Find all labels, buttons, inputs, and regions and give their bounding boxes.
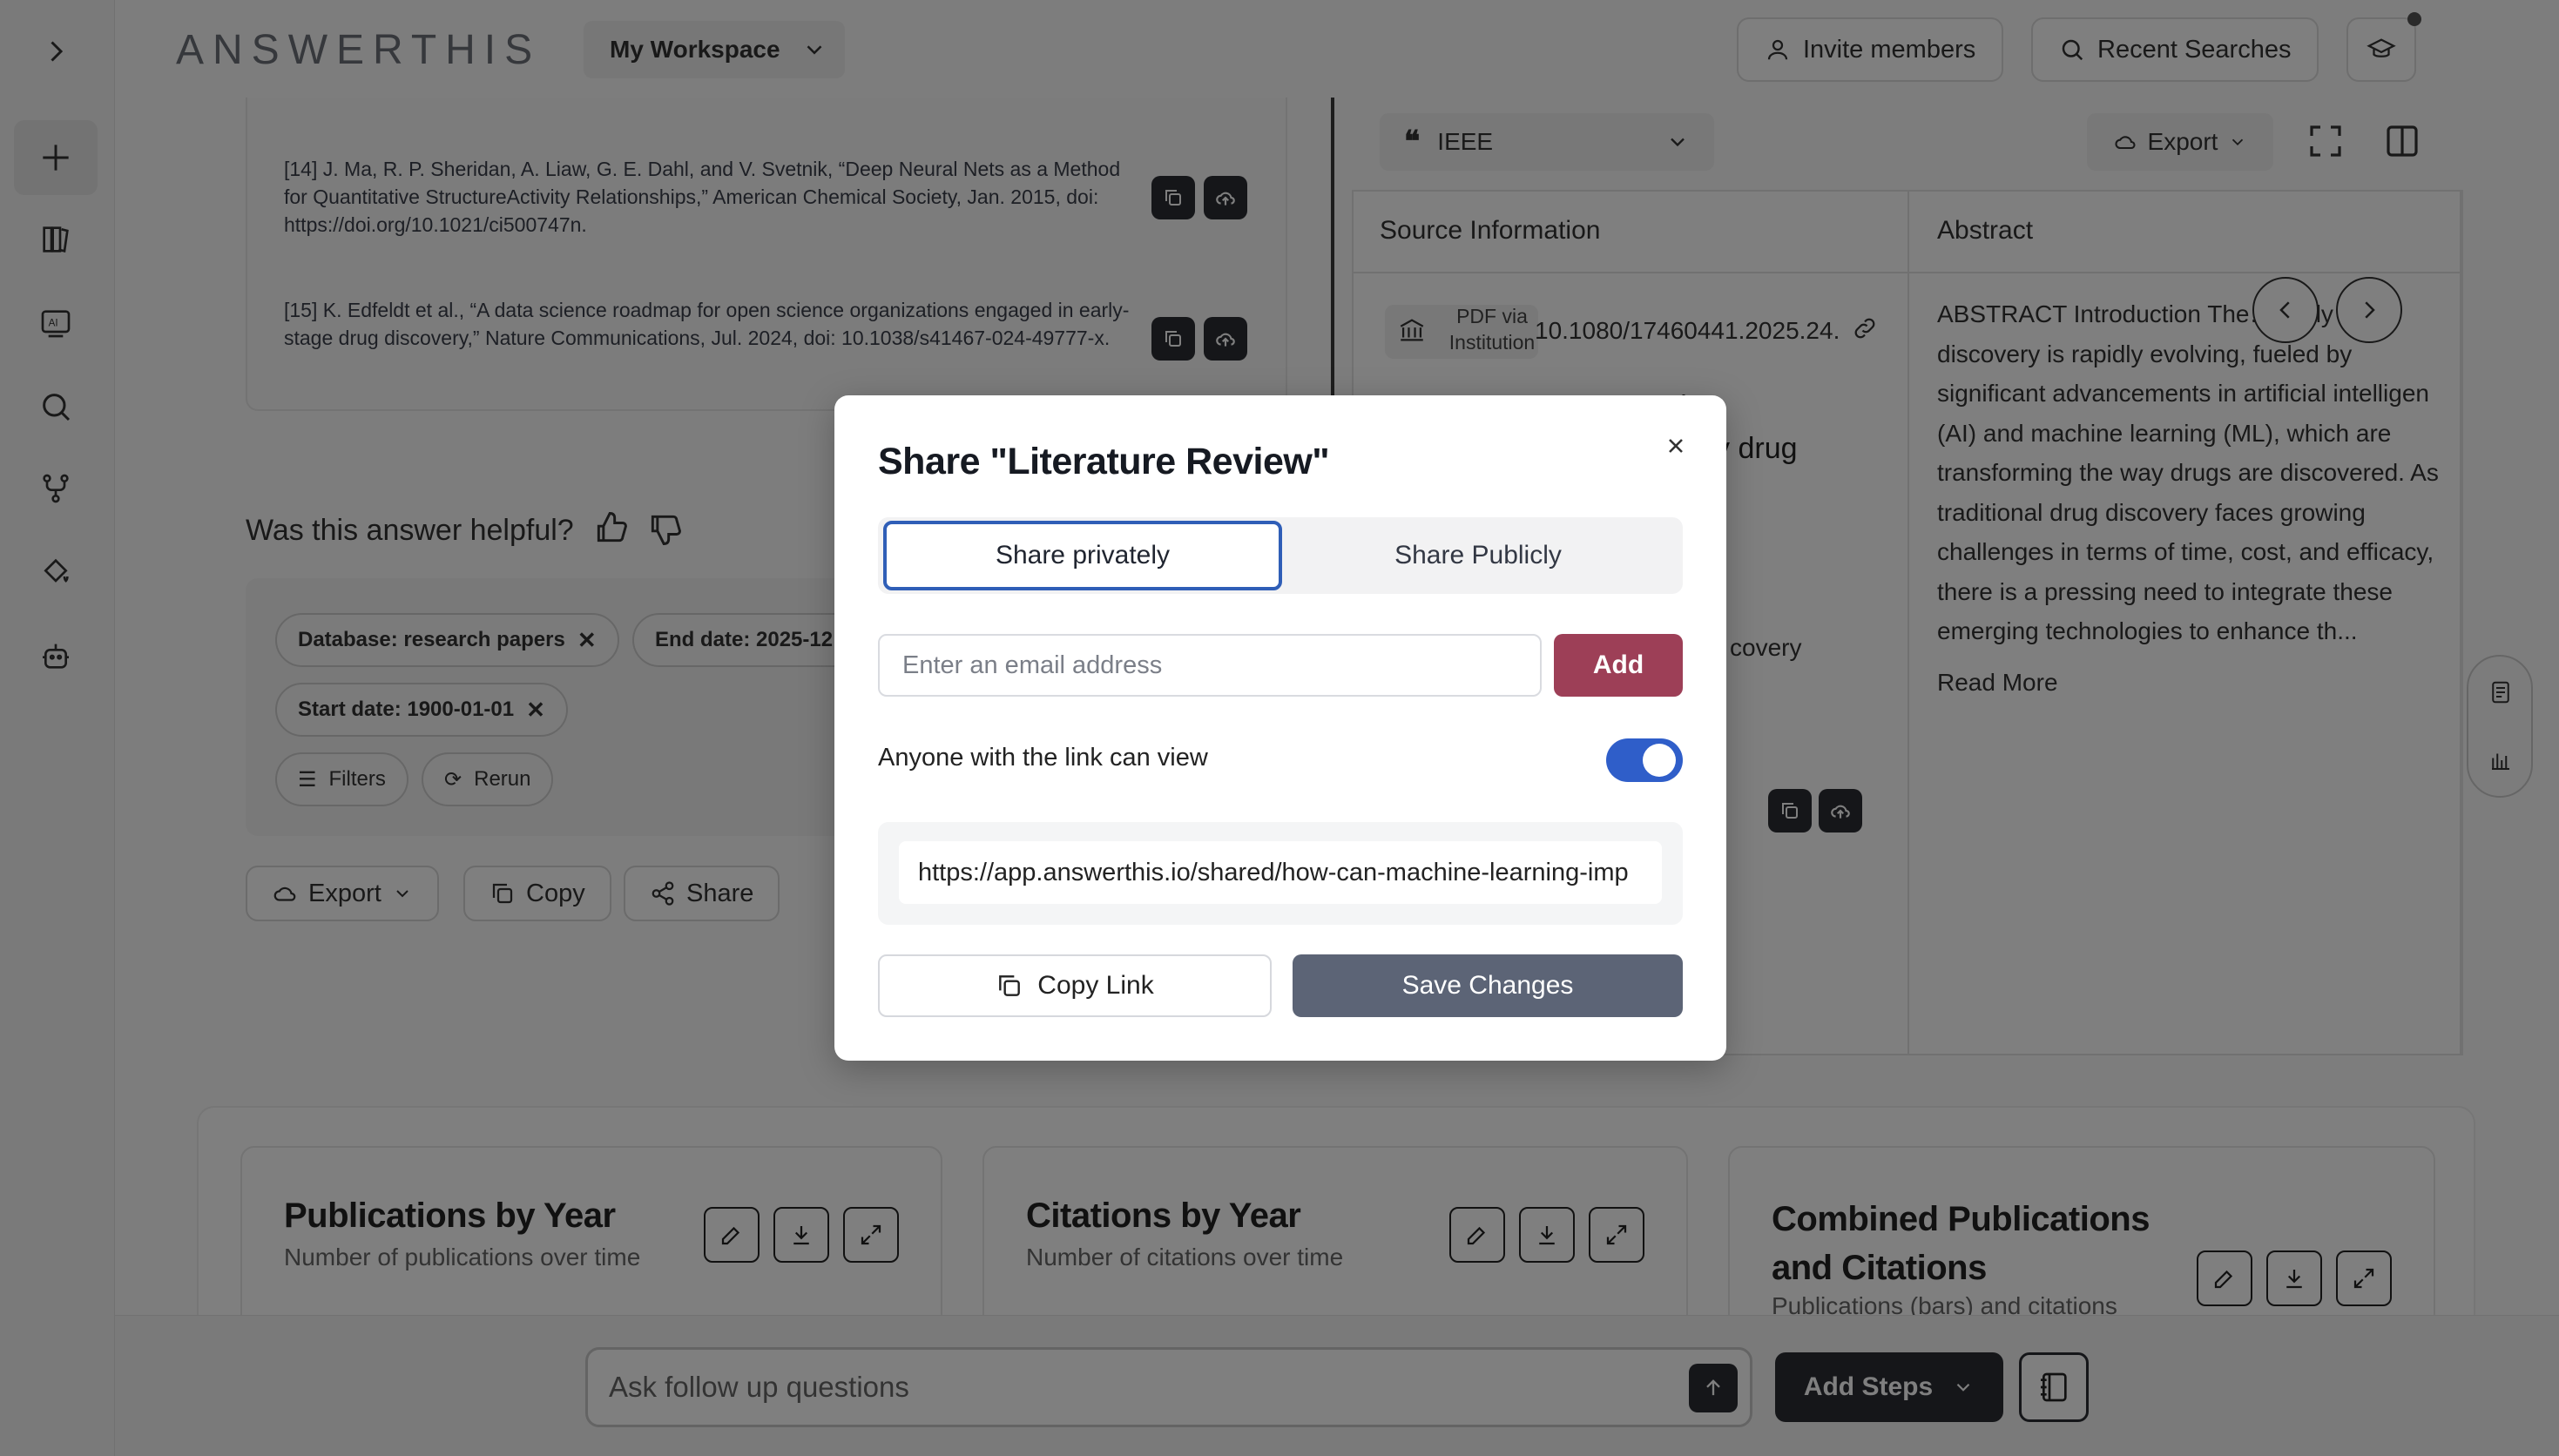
- share-link-box: https://app.answerthis.io/shared/how-can…: [878, 822, 1683, 925]
- email-field[interactable]: [878, 634, 1542, 697]
- toggle-knob: [1643, 744, 1676, 777]
- share-dialog: Share "Literature Review" Share privatel…: [834, 395, 1726, 1061]
- link-access-label: Anyone with the link can view: [878, 744, 1208, 772]
- tab-share-privately[interactable]: Share privately: [883, 521, 1282, 590]
- share-link-field[interactable]: https://app.answerthis.io/shared/how-can…: [899, 841, 1662, 904]
- copy-icon: [999, 975, 1021, 996]
- copy-link-label: Copy Link: [1037, 971, 1154, 1000]
- link-access-toggle[interactable]: [1606, 738, 1683, 782]
- dialog-title: Share "Literature Review": [878, 441, 1330, 482]
- copy-link-button[interactable]: Copy Link: [878, 954, 1272, 1017]
- share-mode-tabs: Share privately Share Publicly: [878, 517, 1683, 594]
- close-button[interactable]: [1657, 427, 1695, 465]
- save-changes-button[interactable]: Save Changes: [1293, 954, 1683, 1017]
- add-email-button[interactable]: Add: [1554, 634, 1683, 697]
- close-icon: [1669, 439, 1683, 453]
- tab-share-publicly[interactable]: Share Publicly: [1279, 521, 1678, 590]
